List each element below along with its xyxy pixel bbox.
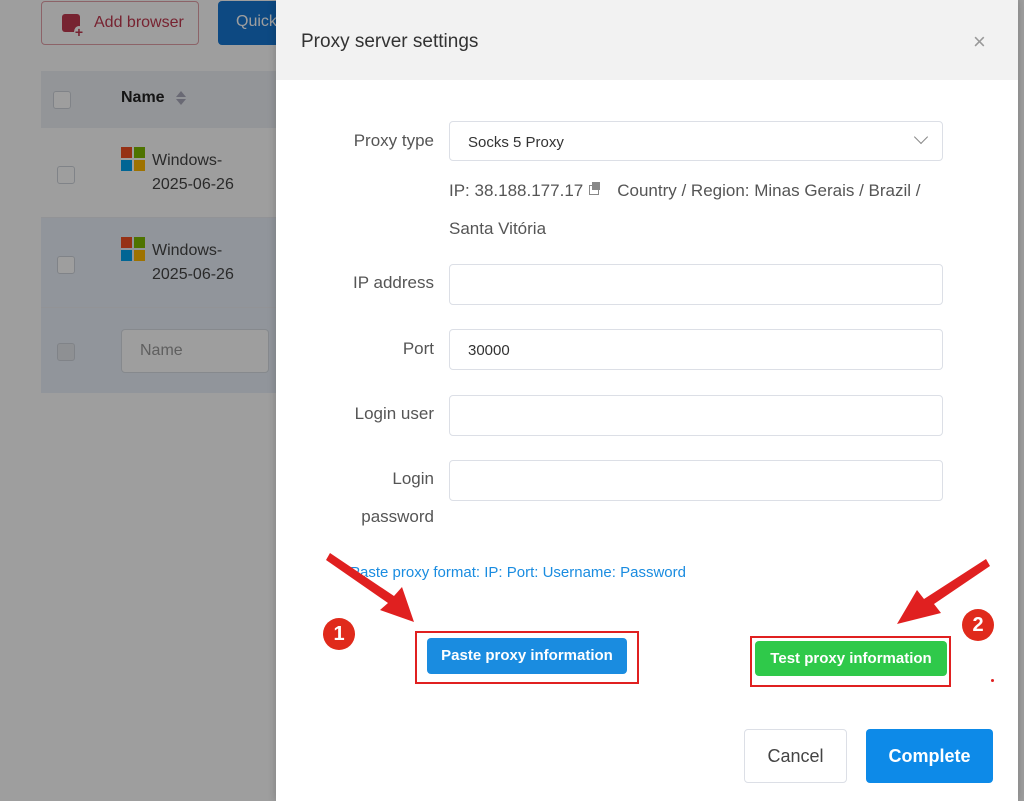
ip-address-label: IP address bbox=[353, 273, 434, 292]
complete-button[interactable]: Complete bbox=[866, 729, 993, 783]
proxy-ip-text: IP: 38.188.177.17 bbox=[449, 181, 584, 200]
test-proxy-button[interactable]: Test proxy information bbox=[755, 641, 947, 676]
proxy-settings-dialog: Proxy server settings × Proxy type Socks… bbox=[276, 0, 1018, 801]
proxy-ip-info: IP: 38.188.177.17 Country / Region: Minas… bbox=[449, 172, 949, 248]
proxy-type-value: Socks 5 Proxy bbox=[468, 134, 564, 151]
proxy-type-label: Proxy type bbox=[353, 131, 434, 150]
paste-proxy-button[interactable]: Paste proxy information bbox=[427, 638, 627, 674]
close-icon[interactable]: × bbox=[973, 30, 986, 54]
port-input[interactable]: 30000 bbox=[449, 329, 943, 370]
ip-address-input[interactable] bbox=[449, 264, 943, 305]
login-password-label: Login password bbox=[361, 469, 434, 526]
cancel-button[interactable]: Cancel bbox=[744, 729, 847, 783]
login-user-label: Login user bbox=[354, 404, 434, 423]
port-value: 30000 bbox=[468, 342, 510, 359]
proxy-type-select[interactable]: Socks 5 Proxy bbox=[449, 121, 943, 161]
dialog-header: Proxy server settings × bbox=[276, 0, 1018, 80]
login-user-input[interactable] bbox=[449, 395, 943, 436]
chevron-down-icon bbox=[913, 129, 929, 145]
copy-icon[interactable] bbox=[589, 182, 601, 195]
dialog-title: Proxy server settings bbox=[301, 31, 479, 52]
port-label: Port bbox=[402, 339, 434, 358]
login-password-input[interactable] bbox=[449, 460, 943, 501]
paste-format-hint: Paste proxy format: IP: Port: Username: … bbox=[350, 564, 686, 581]
